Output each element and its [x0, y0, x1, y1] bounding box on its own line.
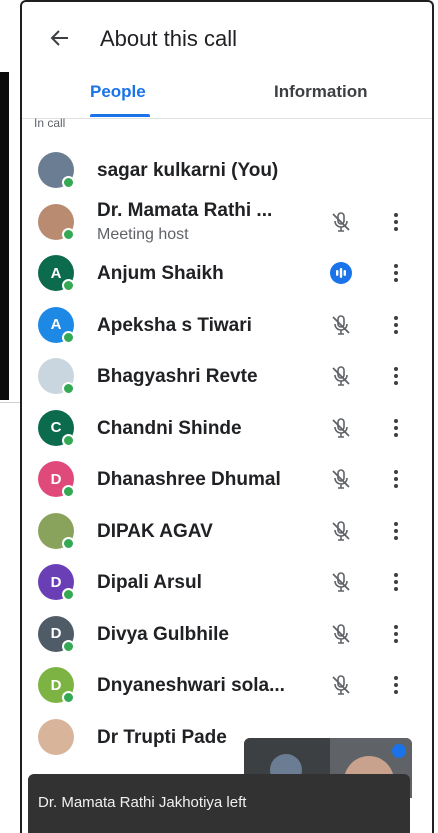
background-divider	[0, 402, 20, 403]
tab-information[interactable]: Information	[274, 82, 368, 102]
participant-role: Meeting host	[97, 225, 189, 243]
participant-name: Divya Gulbhile	[97, 623, 229, 645]
mic-off-icon	[328, 363, 354, 389]
participant-row[interactable]: sagar kulkarni (You)	[22, 144, 432, 196]
background-window-edge	[0, 72, 9, 400]
more-options-icon[interactable]	[386, 259, 406, 287]
participant-row[interactable]: Dr. Mamata Rathi ... Meeting host	[22, 196, 432, 248]
more-options-icon[interactable]	[386, 620, 406, 648]
more-options-icon[interactable]	[386, 517, 406, 545]
more-options-icon[interactable]	[386, 362, 406, 390]
tab-selected-indicator	[90, 114, 150, 117]
mic-off-icon	[328, 621, 354, 647]
more-options-icon[interactable]	[386, 208, 406, 236]
header: About this call	[22, 2, 432, 82]
back-arrow-icon[interactable]	[46, 24, 74, 52]
about-call-panel: About this call People Information In ca…	[20, 0, 434, 833]
participant-row[interactable]: D Dhanashree Dhumal	[22, 453, 432, 505]
mic-off-icon	[328, 312, 354, 338]
section-label-in-call: In call	[34, 116, 66, 130]
presence-dot-icon	[62, 639, 75, 653]
participant-row[interactable]: C Chandni Shinde	[22, 402, 432, 454]
more-options-icon[interactable]	[386, 568, 406, 596]
mic-off-icon	[328, 518, 354, 544]
more-options-icon[interactable]	[386, 465, 406, 493]
participant-name: Dr. Mamata Rathi ...	[97, 199, 273, 221]
participant-name: Anjum Shaikh	[97, 263, 224, 284]
participant-row[interactable]: Bhagyashri Revte	[22, 350, 432, 402]
participant-name: Bhagyashri Revte	[97, 366, 258, 387]
participant-row[interactable]: D Divya Gulbhile	[22, 608, 432, 660]
presence-dot-icon	[62, 691, 75, 704]
presence-dot-icon	[62, 330, 75, 344]
participant-row[interactable]: D Dipali Arsul	[22, 556, 432, 608]
participant-row[interactable]: D Dnyaneshwari sola...	[22, 659, 432, 711]
presence-dot-icon	[62, 227, 75, 241]
mic-off-icon	[328, 209, 354, 235]
mic-off-icon	[328, 569, 354, 595]
snackbar-toast: Dr. Mamata Rathi Jakhotiya left	[28, 774, 410, 833]
presence-dot-icon	[62, 382, 75, 395]
more-options-icon[interactable]	[386, 414, 406, 442]
presence-dot-icon	[62, 485, 75, 498]
page-title: About this call	[100, 26, 237, 51]
participant-row[interactable]: A Anjum Shaikh	[22, 247, 432, 299]
participant-name: Dipali Arsul	[97, 572, 202, 593]
presence-dot-icon	[62, 176, 75, 189]
participant-name: Apeksha s Tiwari	[97, 314, 252, 336]
participant-name: Dnyaneshwari sola...	[97, 675, 285, 696]
presence-dot-icon	[62, 588, 75, 601]
presence-dot-icon	[62, 433, 75, 447]
tab-people[interactable]: People	[90, 82, 146, 102]
presence-dot-icon	[62, 536, 75, 550]
participant-name: Chandni Shinde	[97, 417, 242, 439]
avatar	[38, 718, 74, 755]
participant-row[interactable]: DIPAK AGAV	[22, 505, 432, 557]
participant-name: sagar kulkarni (You)	[97, 160, 279, 181]
mic-off-icon	[328, 672, 354, 698]
more-options-icon[interactable]	[386, 671, 406, 699]
participant-name: Dr Trupti Pade	[97, 726, 227, 748]
toast-text: Dr. Mamata Rathi Jakhotiya left	[38, 794, 247, 811]
participant-name: DIPAK AGAV	[97, 520, 213, 542]
participant-name: Dhanashree Dhumal	[97, 469, 281, 490]
speaking-indicator-icon	[330, 262, 352, 284]
tab-bar: People Information	[22, 78, 432, 119]
more-options-icon[interactable]	[386, 311, 406, 339]
mic-off-icon	[328, 415, 354, 441]
participant-row[interactable]: A Apeksha s Tiwari	[22, 299, 432, 351]
speaking-indicator-icon	[392, 744, 406, 758]
presence-dot-icon	[62, 279, 75, 292]
mic-off-icon	[328, 466, 354, 492]
